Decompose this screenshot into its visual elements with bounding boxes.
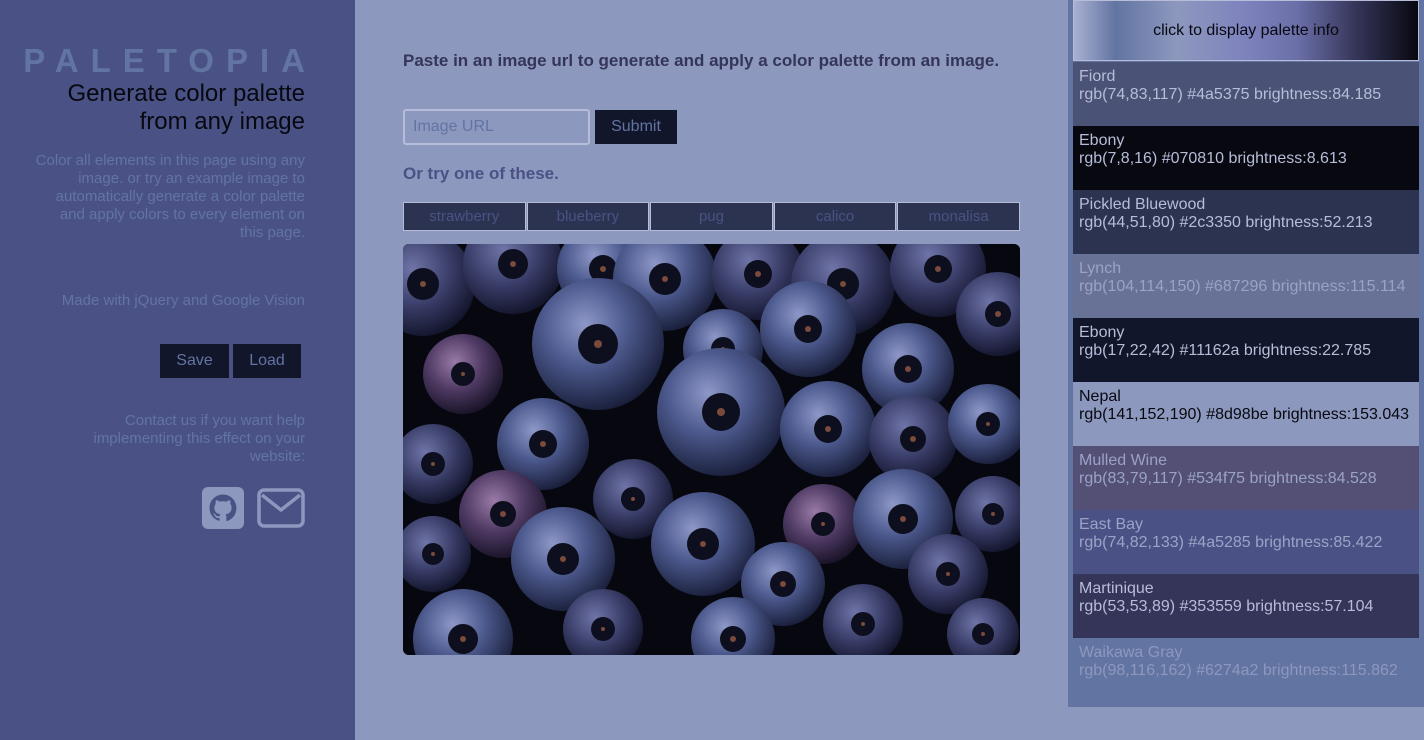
swatch-name: Pickled Bluewood [1079, 196, 1206, 213]
swatch-value: rgb(83,79,117) #534f75 brightness:84.528 [1079, 470, 1377, 487]
swatch-mulled-wine: Mulled Wine rgb(83,79,117) #534f75 brigh… [1073, 446, 1419, 510]
swatch-name: Fiord [1079, 68, 1116, 85]
swatch-value: rgb(17,22,42) #11162a brightness:22.785 [1079, 342, 1372, 359]
swatch-fiord: Fiord rgb(74,83,117) #4a5375 brightness:… [1073, 62, 1419, 126]
contact-text: Contact us if you want help implementing… [93, 412, 305, 465]
swatch-value: rgb(74,83,117) #4a5375 brightness:84.185 [1079, 86, 1382, 103]
swatch-value: rgb(74,82,133) #4a5285 brightness:85.422 [1079, 534, 1383, 551]
example-monalisa-button[interactable]: monalisa [897, 202, 1020, 231]
sidebar: PALETOPIA Generate color palette from an… [0, 0, 355, 740]
save-button[interactable]: Save [160, 344, 229, 378]
blueberries-photo [403, 244, 1020, 655]
swatch-value: rgb(104,114,150) #687296 brightness:115.… [1079, 278, 1406, 295]
palette-info-toggle[interactable]: click to display palette info [1073, 0, 1419, 61]
swatch-martinique: Martinique rgb(53,53,89) #353559 brightn… [1073, 574, 1419, 638]
swatch-name: East Bay [1079, 516, 1144, 533]
example-strawberry-button[interactable]: strawberry [403, 202, 526, 231]
submit-button[interactable]: Submit [595, 110, 677, 144]
swatch-value: rgb(141,152,190) #8d98be brightness:153.… [1079, 406, 1410, 423]
load-button[interactable]: Load [233, 344, 301, 378]
mail-icon[interactable] [257, 488, 305, 528]
page-heading: Paste in an image url to generate and ap… [403, 51, 1000, 70]
swatch-value: rgb(53,53,89) #353559 brightness:57.104 [1079, 598, 1374, 615]
swatch-name: Lynch [1079, 260, 1122, 277]
swatch-value: rgb(98,116,162) #6274a2 brightness:115.8… [1079, 662, 1398, 679]
swatch-east-bay: East Bay rgb(74,82,133) #4a5285 brightne… [1073, 510, 1419, 574]
swatch-value: rgb(44,51,80) #2c3350 brightness:52.213 [1079, 214, 1373, 231]
swatch-ebony-2: Ebony rgb(17,22,42) #11162a brightness:2… [1073, 318, 1419, 382]
swatch-name: Martinique [1079, 580, 1154, 597]
example-blueberry-button[interactable]: blueberry [526, 202, 650, 231]
made-with-text: Made with jQuery and Google Vision [61, 292, 305, 309]
swatch-lynch: Lynch rgb(104,114,150) #687296 brightnes… [1073, 254, 1419, 318]
swatch-name: Waikawa Gray [1079, 644, 1183, 661]
example-calico-button[interactable]: calico [773, 202, 897, 231]
example-buttons: strawberry blueberry pug calico monalisa [403, 202, 1020, 231]
brand-logo: PALETOPIA [23, 42, 317, 79]
swatch-value: rgb(7,8,16) #070810 brightness:8.613 [1079, 150, 1347, 167]
example-pug-button[interactable]: pug [650, 202, 773, 231]
swatch-name: Nepal [1079, 388, 1121, 405]
github-icon[interactable] [202, 487, 244, 529]
swatch-nepal: Nepal rgb(141,152,190) #8d98be brightnes… [1073, 382, 1419, 446]
swatch-pickled-bluewood: Pickled Bluewood rgb(44,51,80) #2c3350 b… [1073, 190, 1419, 254]
swatch-name: Ebony [1079, 324, 1125, 341]
swatch-name: Ebony [1079, 132, 1125, 149]
swatch-ebony: Ebony rgb(7,8,16) #070810 brightness:8.6… [1073, 126, 1419, 190]
image-url-input[interactable] [403, 109, 590, 145]
try-examples-label: Or try one of these. [403, 164, 559, 183]
tagline: Generate color palette from any image [67, 80, 305, 135]
description: Color all elements in this page using an… [35, 152, 305, 241]
swatch-name: Mulled Wine [1079, 452, 1168, 469]
swatch-waikawa-gray: Waikawa Gray rgb(98,116,162) #6274a2 bri… [1073, 638, 1419, 702]
